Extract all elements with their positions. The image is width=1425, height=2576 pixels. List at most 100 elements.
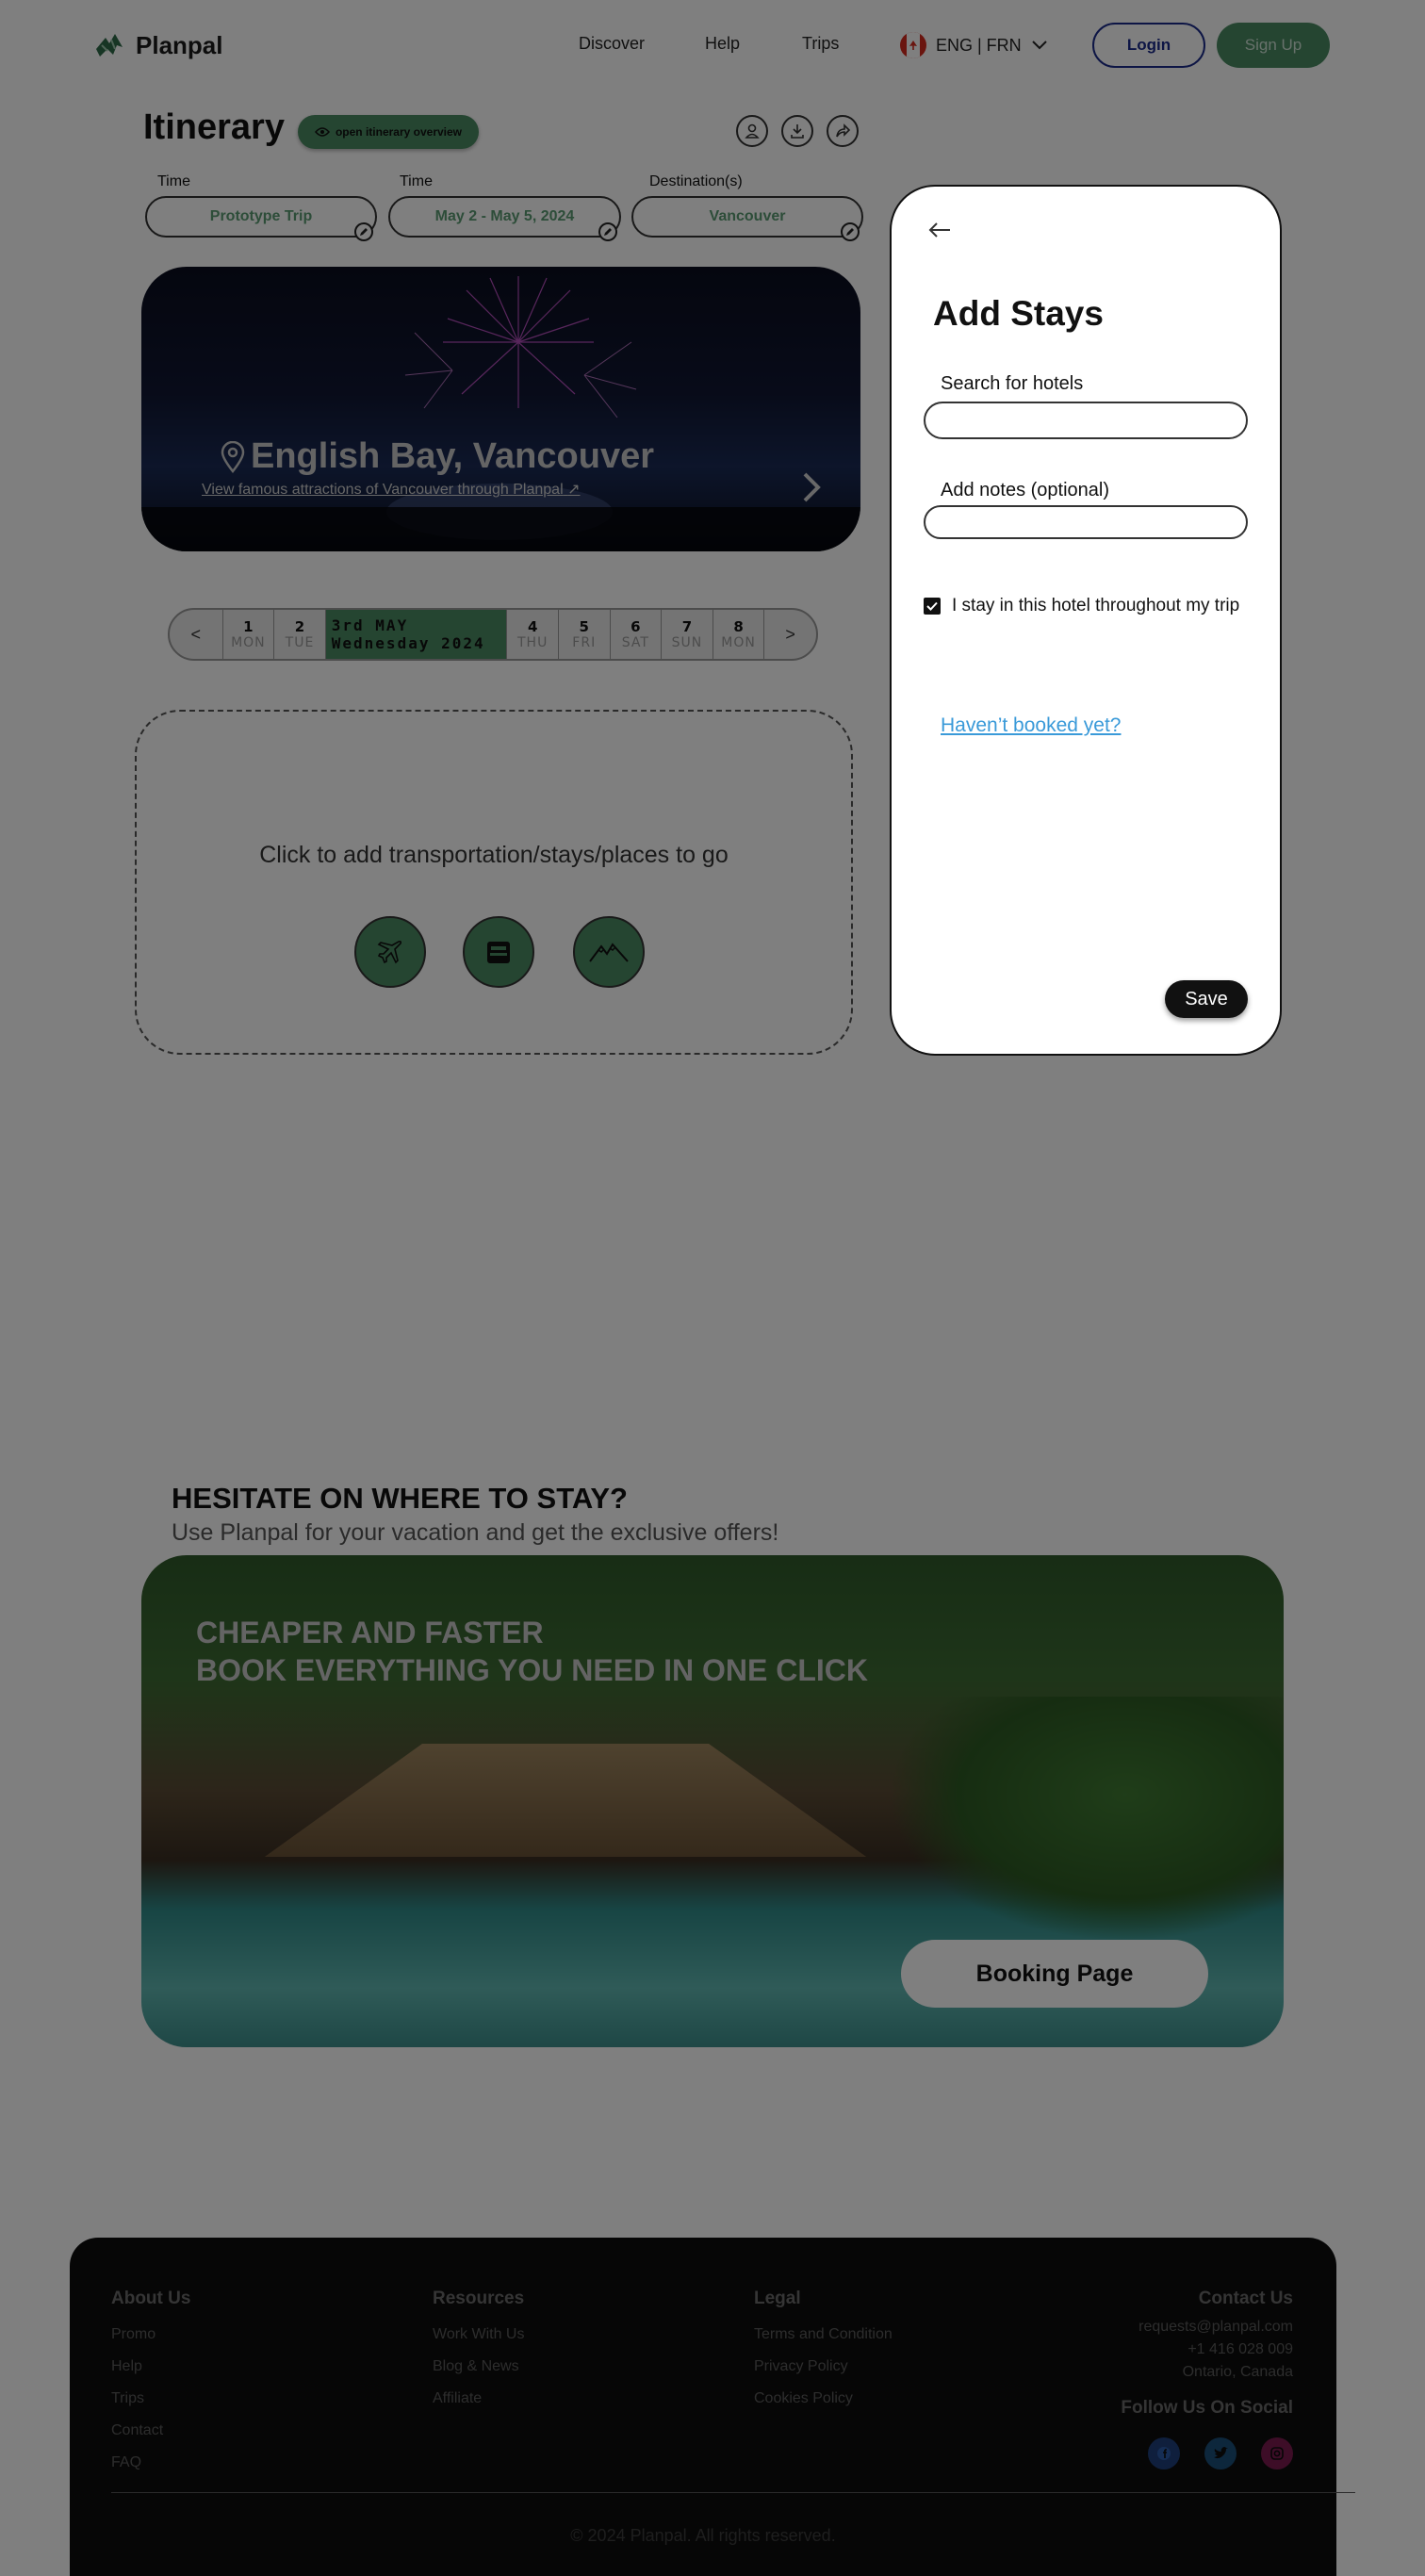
edit-pencil-icon[interactable] xyxy=(841,222,860,241)
footer-location: Ontario, Canada xyxy=(1182,2364,1293,2380)
location-pin-icon xyxy=(221,440,245,473)
footer-link-help[interactable]: Help xyxy=(111,2358,190,2375)
nav-link-discover[interactable]: Discover xyxy=(579,34,645,54)
stay-throughout-checkbox[interactable] xyxy=(924,598,941,615)
footer-divider xyxy=(111,2492,1355,2493)
add-transportation-button[interactable] xyxy=(354,916,426,988)
share-person-button[interactable] xyxy=(736,115,768,147)
footer: About Us Promo Help Trips Contact FAQ Re… xyxy=(70,2238,1355,2576)
date-number: 6 xyxy=(631,618,641,635)
date-cell[interactable]: 4 THU xyxy=(506,610,558,659)
date-cell[interactable]: 8 MON xyxy=(712,610,764,659)
date-cell-selected[interactable]: 3rd MAY Wednesday 2024 xyxy=(324,610,507,659)
destination-label: Destination(s) xyxy=(649,173,743,189)
hero-title: English Bay, Vancouver xyxy=(221,436,654,477)
add-notes-input[interactable] xyxy=(924,505,1248,539)
destination-hero-card[interactable]: English Bay, Vancouver View famous attra… xyxy=(141,267,860,551)
booking-page-button[interactable]: Booking Page xyxy=(901,1940,1208,2008)
date-number: 4 xyxy=(527,618,538,635)
save-button[interactable]: Save xyxy=(1165,980,1248,1018)
date-day: MON xyxy=(721,635,756,650)
footer-link-terms[interactable]: Terms and Condition xyxy=(754,2326,893,2343)
footer-resources-column: Resources Work With Us Blog & News Affil… xyxy=(433,2289,524,2422)
open-itinerary-overview-button[interactable]: open itinerary overview xyxy=(298,115,479,149)
footer-about-column: About Us Promo Help Trips Contact FAQ xyxy=(111,2289,190,2486)
eye-icon xyxy=(314,127,330,137)
date-prev-button[interactable]: < xyxy=(170,610,222,659)
date-cell[interactable]: 6 SAT xyxy=(609,610,662,659)
search-hotels-input[interactable] xyxy=(924,402,1248,439)
destination-field[interactable]: Vancouver xyxy=(631,196,863,241)
promo-subheading: Use Planpal for your vacation and get th… xyxy=(172,1519,779,1546)
resort-roof-image xyxy=(264,1744,867,1857)
footer-email[interactable]: requests@planpal.com xyxy=(1121,2319,1293,2336)
edit-pencil-icon[interactable] xyxy=(354,222,373,241)
add-activity-text: Click to add transportation/stays/places… xyxy=(259,842,729,868)
footer-link-trips[interactable]: Trips xyxy=(111,2390,190,2407)
date-day: MON xyxy=(231,635,266,650)
social-links xyxy=(1121,2437,1293,2469)
share-button[interactable] xyxy=(827,115,859,147)
footer-link-affiliate[interactable]: Affiliate xyxy=(433,2390,524,2407)
mountain-icon xyxy=(589,943,629,962)
hero-attractions-link-text: View famous attractions of Vancouver thr… xyxy=(202,482,564,498)
stay-throughout-checkbox-row[interactable]: I stay in this hotel throughout my trip xyxy=(924,596,1239,616)
external-link-icon: ↗ xyxy=(567,482,581,498)
date-cell[interactable]: 1 MON xyxy=(221,610,274,659)
trip-dates-value: May 2 - May 5, 2024 xyxy=(434,208,575,224)
hero-next-arrow-icon[interactable] xyxy=(801,470,824,504)
date-number: 2 xyxy=(294,618,305,635)
brand-logo[interactable]: Planpal xyxy=(92,28,222,62)
footer-about-title: About Us xyxy=(111,2289,191,2308)
footer-contact-column: Contact Us requests@planpal.com +1 416 0… xyxy=(1121,2289,1293,2469)
footer-link-promo[interactable]: Promo xyxy=(111,2326,190,2343)
date-number: 8 xyxy=(733,618,744,635)
nav-link-help[interactable]: Help xyxy=(705,34,740,54)
resort-trees-image xyxy=(888,1697,1284,1942)
footer-social-title: Follow Us On Social xyxy=(1121,2398,1293,2418)
date-day: THU xyxy=(517,635,549,650)
nav-link-trips[interactable]: Trips xyxy=(802,34,839,54)
download-button[interactable] xyxy=(781,115,813,147)
date-day: FRI xyxy=(572,635,597,650)
share-arrow-icon xyxy=(836,123,851,138)
hero-attractions-link[interactable]: View famous attractions of Vancouver thr… xyxy=(202,480,581,499)
language-selector[interactable]: ENG | FRN xyxy=(900,32,1048,58)
date-cell[interactable]: 5 FRI xyxy=(557,610,610,659)
twitter-icon[interactable] xyxy=(1204,2437,1237,2469)
instagram-icon[interactable] xyxy=(1261,2437,1293,2469)
havent-booked-link[interactable]: Haven’t booked yet? xyxy=(941,714,1121,737)
overview-label: open itinerary overview xyxy=(335,125,463,139)
footer-link-privacy[interactable]: Privacy Policy xyxy=(754,2358,893,2375)
footer-link-contact[interactable]: Contact xyxy=(111,2422,190,2439)
footer-link-work-with-us[interactable]: Work With Us xyxy=(433,2326,524,2343)
add-place-button[interactable] xyxy=(573,916,645,988)
edit-pencil-icon[interactable] xyxy=(598,222,617,241)
top-nav: Planpal Discover Help Trips ENG | FRN Lo… xyxy=(0,0,1425,90)
language-label: ENG | FRN xyxy=(936,35,1022,55)
trip-name-field[interactable]: Prototype Trip xyxy=(145,196,377,241)
footer-link-blog-news[interactable]: Blog & News xyxy=(433,2358,524,2375)
footer-resources-title: Resources xyxy=(433,2289,525,2308)
footer-copyright: © 2024 Planpal. All rights reserved. xyxy=(570,2526,836,2545)
back-arrow-icon[interactable] xyxy=(927,221,952,239)
facebook-icon[interactable] xyxy=(1148,2437,1180,2469)
date-day: TUE xyxy=(285,635,315,650)
signup-button[interactable]: Sign Up xyxy=(1217,23,1330,68)
footer-contact-title: Contact Us xyxy=(1198,2289,1293,2308)
footer-link-faq[interactable]: FAQ xyxy=(111,2454,190,2471)
date-next-button[interactable]: > xyxy=(763,610,816,659)
login-button[interactable]: Login xyxy=(1092,23,1205,68)
date-day: SUN xyxy=(671,635,703,650)
add-stay-button[interactable] xyxy=(463,916,534,988)
date-cell[interactable]: 2 TUE xyxy=(273,610,325,659)
canada-flag-icon xyxy=(900,32,926,58)
person-icon xyxy=(745,123,760,139)
add-activity-dropzone[interactable]: Click to add transportation/stays/places… xyxy=(135,710,853,1055)
chevron-down-icon xyxy=(1031,41,1047,50)
trip-dates-field[interactable]: May 2 - May 5, 2024 xyxy=(388,196,621,241)
date-cell[interactable]: 7 SUN xyxy=(661,610,712,659)
footer-legal-title: Legal xyxy=(754,2289,801,2308)
footer-link-cookies[interactable]: Cookies Policy xyxy=(754,2390,893,2407)
airplane-icon xyxy=(377,940,402,964)
